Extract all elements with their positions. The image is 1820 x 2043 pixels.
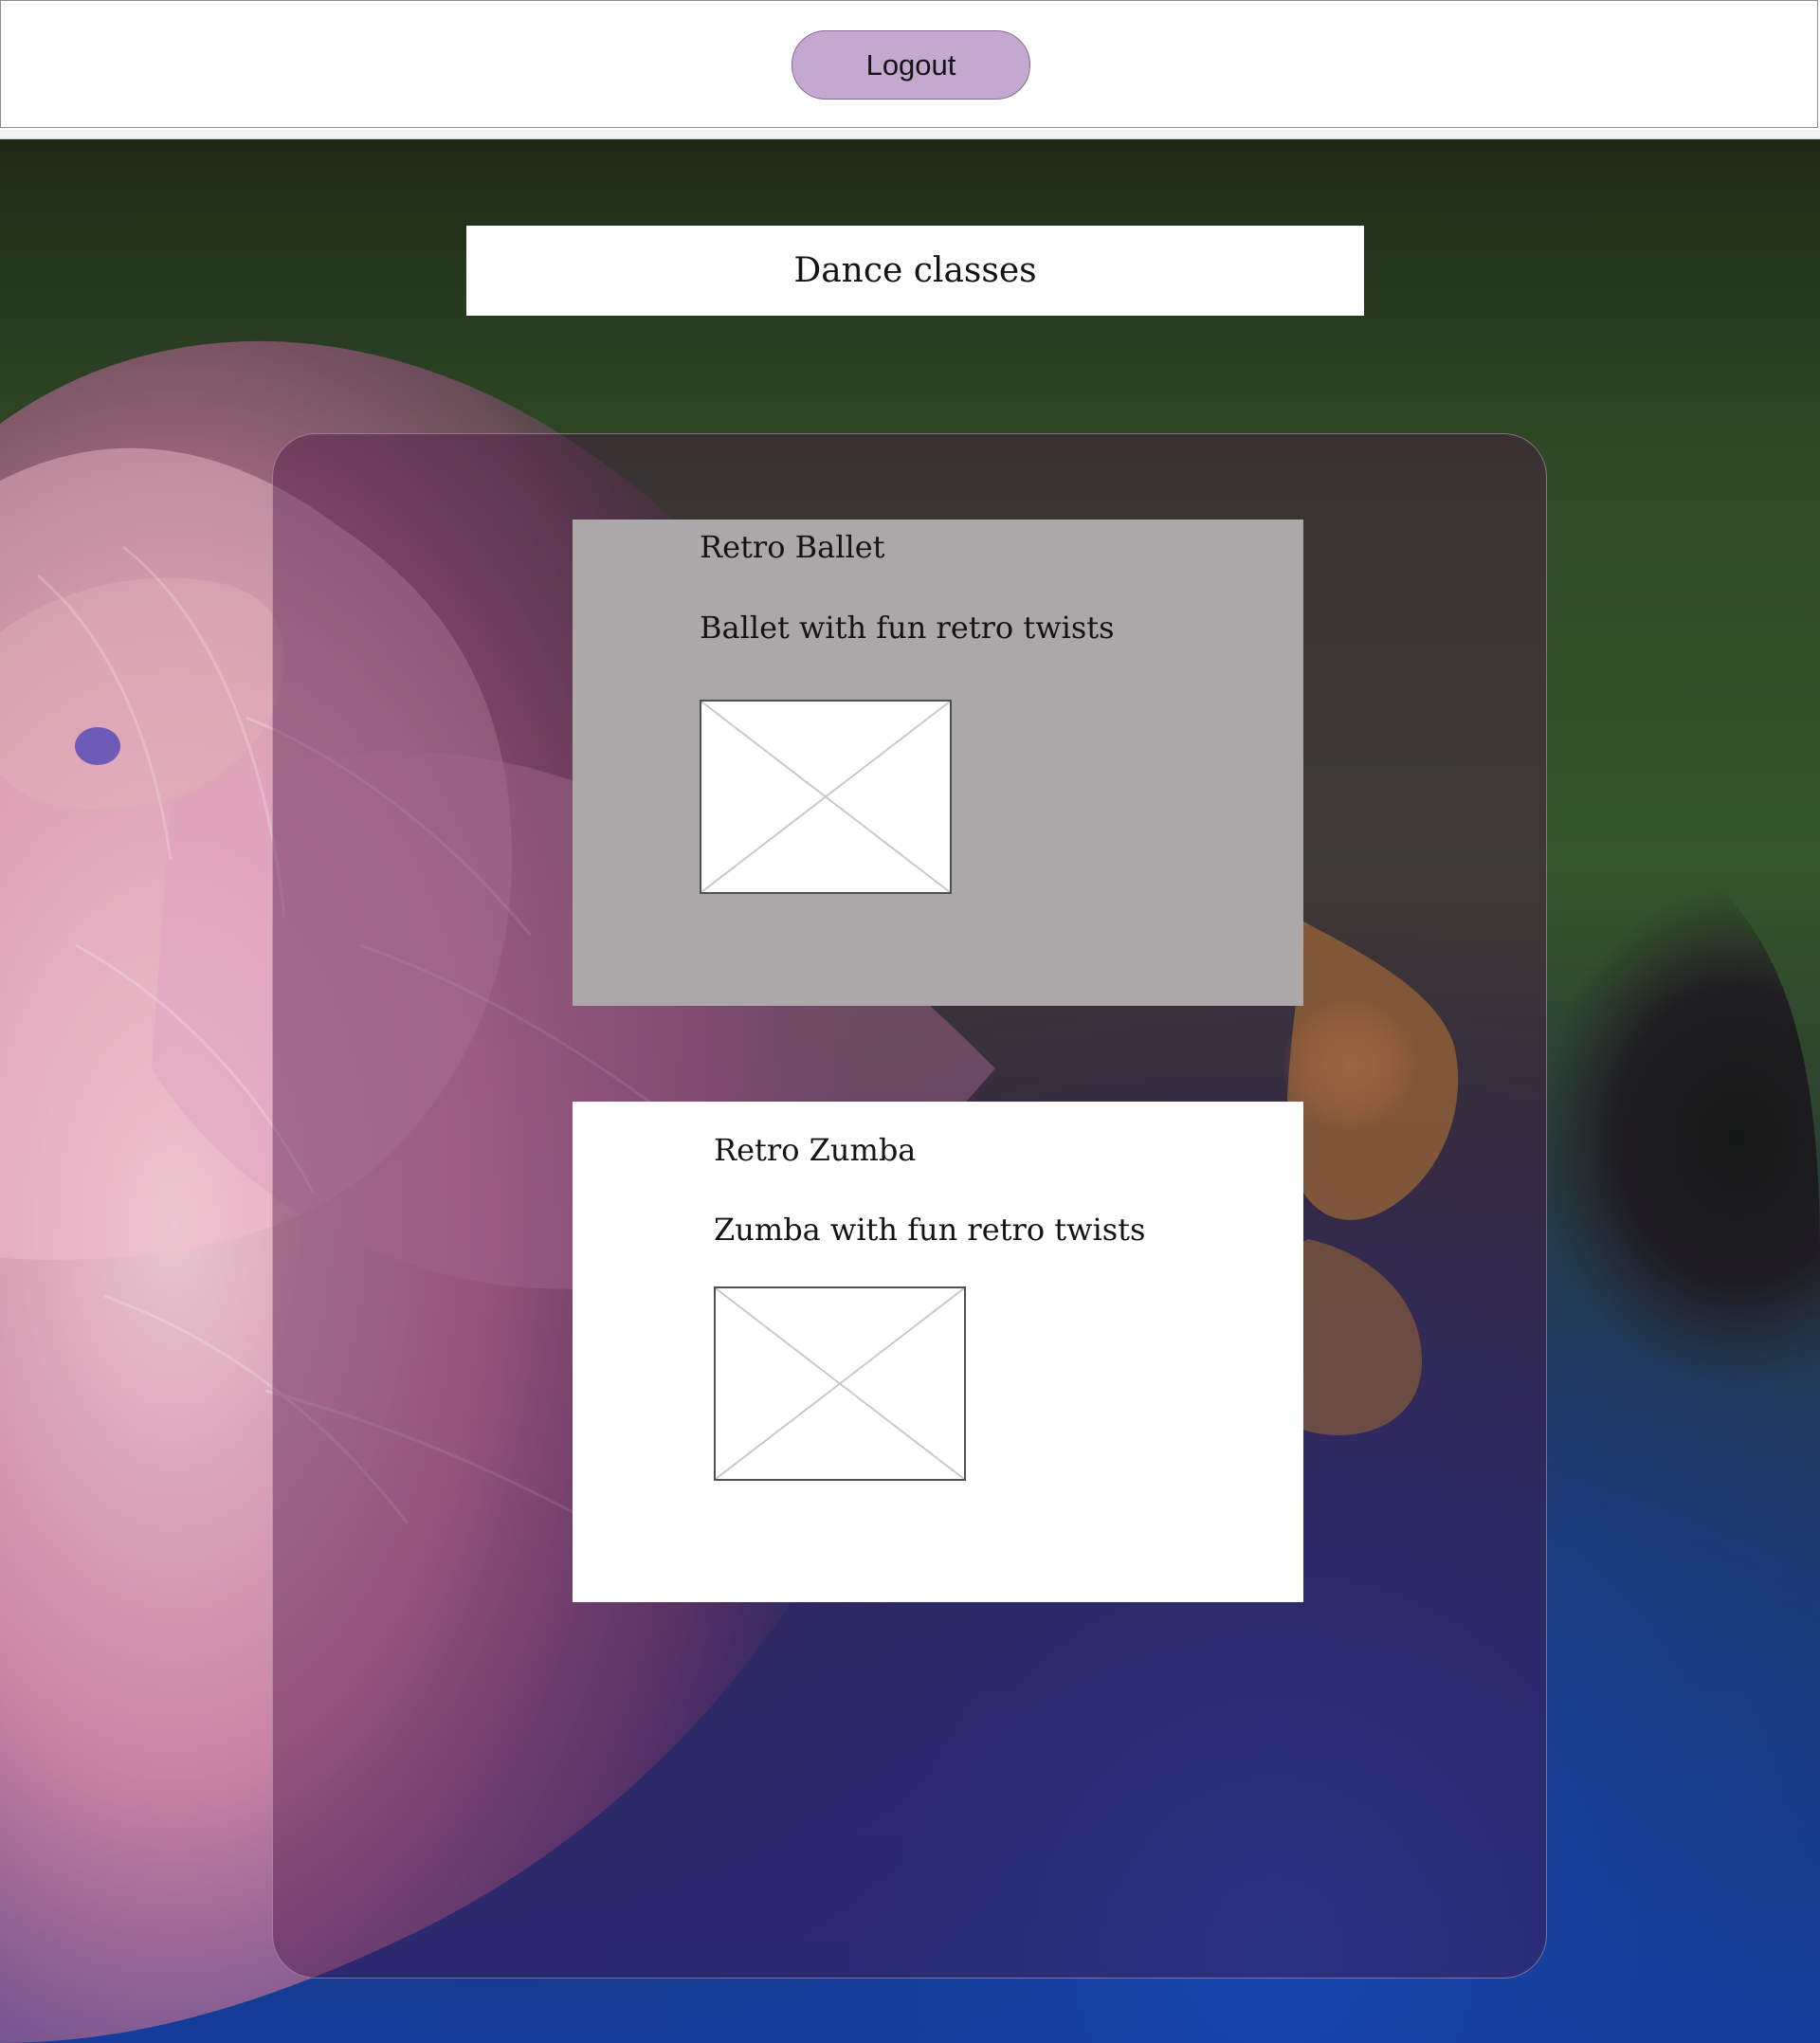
logout-button[interactable]: Logout bbox=[792, 30, 1030, 100]
header-divider bbox=[0, 130, 1820, 139]
image-placeholder-icon bbox=[714, 1286, 966, 1481]
class-title: Retro Ballet bbox=[700, 529, 885, 565]
class-title: Retro Zumba bbox=[714, 1132, 917, 1168]
class-description: Zumba with fun retro twists bbox=[714, 1212, 1146, 1248]
class-card-retro-zumba[interactable]: Retro Zumba Zumba with fun retro twists bbox=[573, 1102, 1303, 1602]
header-bar: Logout bbox=[0, 0, 1818, 128]
image-placeholder-icon bbox=[700, 700, 952, 894]
class-description: Ballet with fun retro twists bbox=[700, 610, 1115, 646]
class-card-retro-ballet[interactable]: Retro Ballet Ballet with fun retro twist… bbox=[573, 520, 1303, 1006]
page-title: Dance classes bbox=[466, 226, 1364, 316]
